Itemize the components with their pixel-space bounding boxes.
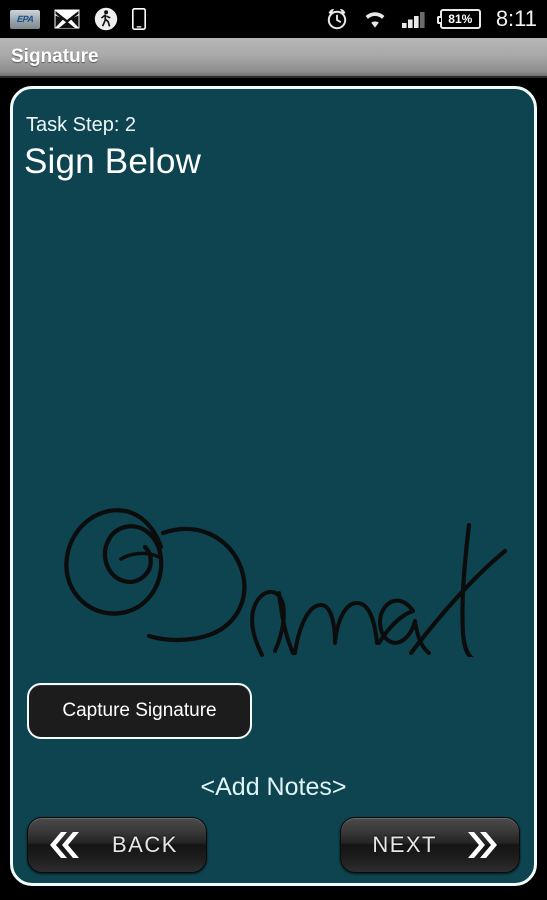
battery-percent-label: 81% xyxy=(448,12,473,26)
wifi-icon xyxy=(365,12,385,28)
signature-panel: Task Step: 2 Sign Below Capture Signatur… xyxy=(10,86,537,886)
epa-logo-icon: EPA xyxy=(10,9,40,29)
signature-ink xyxy=(64,508,508,657)
mail-icon xyxy=(54,9,80,29)
chevron-double-left-icon xyxy=(42,829,84,861)
signature-canvas[interactable] xyxy=(13,207,534,657)
back-button[interactable]: BACK xyxy=(27,817,207,873)
phone-screen: EPA 81% 8:11 Signature Task Step: 2 Sign… xyxy=(0,0,547,900)
clock-label: 8:11 xyxy=(495,6,537,31)
capture-signature-label: Capture Signature xyxy=(62,700,217,721)
back-button-label: BACK xyxy=(112,832,178,857)
chevron-double-right-icon xyxy=(463,829,505,861)
page-title: Signature xyxy=(11,46,99,67)
alarm-clock-icon xyxy=(327,9,347,30)
add-notes-label: <Add Notes> xyxy=(200,773,347,801)
app-title-bar: Signature xyxy=(0,38,547,78)
pedestrian-icon xyxy=(94,7,118,31)
cell-signal-icon xyxy=(401,12,425,28)
add-notes-link[interactable]: <Add Notes> xyxy=(13,773,534,802)
status-bar-left-icons: EPA xyxy=(10,7,146,31)
epa-logo-label: EPA xyxy=(16,13,34,24)
task-step-label: Task Step: 2 xyxy=(26,114,137,136)
sign-below-heading: Sign Below xyxy=(24,142,202,181)
status-bar: EPA 81% 8:11 xyxy=(0,0,547,38)
next-button[interactable]: NEXT xyxy=(340,817,520,873)
battery-icon: 81% xyxy=(436,9,481,29)
capture-signature-button[interactable]: Capture Signature xyxy=(27,683,252,739)
device-icon xyxy=(132,8,146,30)
next-button-label: NEXT xyxy=(372,832,437,857)
status-bar-right-icons: 81% 8:11 xyxy=(325,7,537,31)
